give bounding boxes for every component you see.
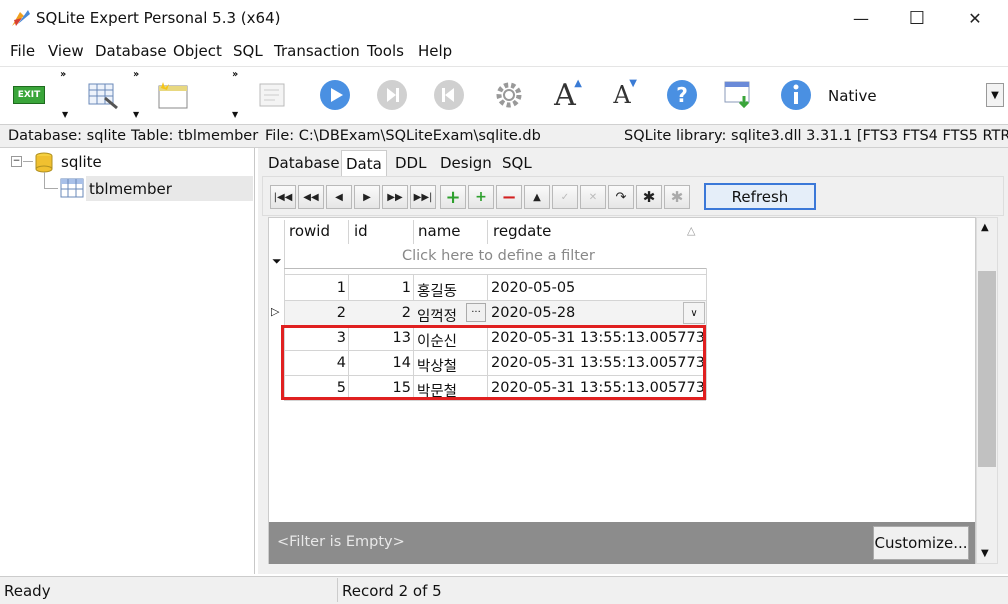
minimize-button[interactable]: — <box>832 0 890 36</box>
tab-data[interactable]: Data <box>341 150 387 176</box>
edit-record-icon[interactable]: ▲ <box>524 185 550 209</box>
filter-status: <Filter is Empty> <box>277 534 405 550</box>
set-bookmark-icon[interactable]: ✱ <box>636 185 662 209</box>
exit-icon[interactable]: EXIT <box>12 78 46 112</box>
column-header-id[interactable]: id <box>354 222 368 240</box>
tab-ddl[interactable]: DDL <box>391 150 430 176</box>
last-record-icon[interactable]: ▶▶| <box>410 185 436 209</box>
delete-record-icon[interactable]: − <box>496 185 522 209</box>
menu-database[interactable]: Database <box>95 42 167 60</box>
prior-record-icon[interactable]: ◀ <box>326 185 352 209</box>
column-header-name[interactable]: name <box>418 222 461 240</box>
toolbar-overflow-icon[interactable]: ›› <box>232 69 238 80</box>
status-record: Record 2 of 5 <box>342 582 442 600</box>
info-library: SQLite library: sqlite3.dll 3.31.1 [FTS3… <box>624 128 1008 144</box>
cell-name[interactable]: 홍길동 <box>417 280 457 301</box>
refresh-button[interactable]: Refresh <box>704 183 816 210</box>
native-dropdown-button[interactable]: ▼ <box>986 83 1004 107</box>
column-header-rowid[interactable]: rowid <box>289 222 330 240</box>
tab-sql[interactable]: SQL <box>498 150 536 176</box>
collapse-toggle-icon[interactable]: − <box>11 156 22 167</box>
table-tools-icon[interactable] <box>86 78 120 112</box>
cell-id[interactable]: 1 <box>350 280 411 296</box>
info-file: File: C:\DBExam\SQLiteExam\sqlite.db <box>265 128 541 144</box>
info-table: Table: tblmember <box>131 128 259 144</box>
goto-bookmark-icon[interactable]: ✱ <box>664 185 690 209</box>
play-icon[interactable] <box>318 78 352 112</box>
customize-button[interactable]: Customize... <box>873 526 969 560</box>
maximize-button[interactable]: ☐ <box>888 0 946 36</box>
svg-text:?: ? <box>676 83 688 107</box>
menu-sql[interactable]: SQL <box>233 42 263 60</box>
tab-database[interactable]: Database <box>264 150 344 176</box>
step-back-icon[interactable] <box>432 78 466 112</box>
help-icon[interactable]: ? <box>665 78 699 112</box>
cancel-edit-icon[interactable]: ✕ <box>580 185 606 209</box>
dropdown-arrow-icon[interactable]: ▼ <box>133 110 139 119</box>
close-button[interactable]: ✕ <box>946 0 1004 36</box>
status-bar <box>0 576 1008 604</box>
next-page-icon[interactable]: ▶▶ <box>382 185 408 209</box>
exit-label: EXIT <box>13 86 45 104</box>
scroll-up-icon[interactable]: ▲ <box>981 222 989 233</box>
tree-connector <box>23 161 33 162</box>
window-title: SQLite Expert Personal 5.3 (x64) <box>36 9 281 27</box>
menu-help[interactable]: Help <box>418 42 452 60</box>
font-decrease-icon[interactable]: A ▼ <box>605 78 639 112</box>
cell-regdate[interactable]: 2020-05-05 <box>491 280 575 296</box>
tab-design[interactable]: Design <box>436 150 496 176</box>
insert-record-icon[interactable]: + <box>440 185 466 209</box>
sort-arrow-icon[interactable]: △ <box>687 224 695 237</box>
status-ready: Ready <box>4 582 51 600</box>
cell-regdate[interactable]: 2020-05-28 <box>491 305 575 321</box>
next-record-icon[interactable]: ▶ <box>354 185 380 209</box>
info-bar: Database: sqlite Table: tblmember File: … <box>0 124 1008 148</box>
download-window-icon[interactable] <box>722 78 756 112</box>
scrollbar-thumb[interactable] <box>978 271 996 467</box>
dropdown-arrow-icon[interactable]: ▼ <box>62 110 68 119</box>
gear-icon[interactable] <box>492 78 526 112</box>
refresh-data-icon[interactable]: ↷ <box>608 185 634 209</box>
font-increase-icon[interactable]: A ▲ <box>548 78 582 113</box>
menu-tools[interactable]: Tools <box>367 42 404 60</box>
tree-item-tblmember[interactable]: tblmember <box>89 180 172 198</box>
toolbar-overflow-icon[interactable]: ›› <box>133 69 139 80</box>
menu-file[interactable]: File <box>10 42 35 60</box>
menu-transaction[interactable]: Transaction <box>274 42 360 60</box>
edit-sql-icon[interactable] <box>256 78 290 112</box>
menu-object[interactable]: Object <box>173 42 222 60</box>
toolbar-overflow-icon[interactable]: ›› <box>60 69 66 80</box>
scroll-down-icon[interactable]: ▼ <box>981 548 989 559</box>
column-header-regdate[interactable]: regdate <box>493 222 551 240</box>
native-label: Native <box>828 87 877 105</box>
table-grid-icon <box>60 177 84 203</box>
highlight-box <box>281 325 706 400</box>
cell-rowid[interactable]: 2 <box>286 305 346 321</box>
tree-connector <box>44 188 58 189</box>
cell-editor-ellipsis-button[interactable]: ··· <box>466 303 486 322</box>
current-row-indicator-icon: ▷ <box>271 305 280 318</box>
date-dropdown-button[interactable]: ∨ <box>683 302 705 324</box>
cell-id[interactable]: 2 <box>350 305 411 321</box>
dropdown-arrow-icon[interactable]: ▼ <box>232 110 238 119</box>
status-divider <box>337 578 338 602</box>
database-tree <box>0 148 255 574</box>
filter-hint[interactable]: Click here to define a filter <box>402 248 595 264</box>
cell-name[interactable]: 임꺽정 <box>417 305 457 326</box>
info-database: Database: sqlite <box>8 128 127 144</box>
tree-item-sqlite[interactable]: sqlite <box>61 153 102 171</box>
prior-page-icon[interactable]: ◀◀ <box>298 185 324 209</box>
filter-funnel-icon[interactable]: ⏷ <box>272 254 282 269</box>
append-record-icon[interactable]: + <box>468 185 494 209</box>
info-icon[interactable] <box>779 78 813 112</box>
post-edit-icon[interactable]: ✓ <box>552 185 578 209</box>
menu-view[interactable]: View <box>48 42 84 60</box>
first-record-icon[interactable]: |◀◀ <box>270 185 296 209</box>
step-forward-icon[interactable] <box>375 78 409 112</box>
app-feather-icon <box>10 8 32 28</box>
tree-connector <box>44 172 45 189</box>
cell-rowid[interactable]: 1 <box>286 280 346 296</box>
new-table-icon[interactable] <box>156 78 190 112</box>
